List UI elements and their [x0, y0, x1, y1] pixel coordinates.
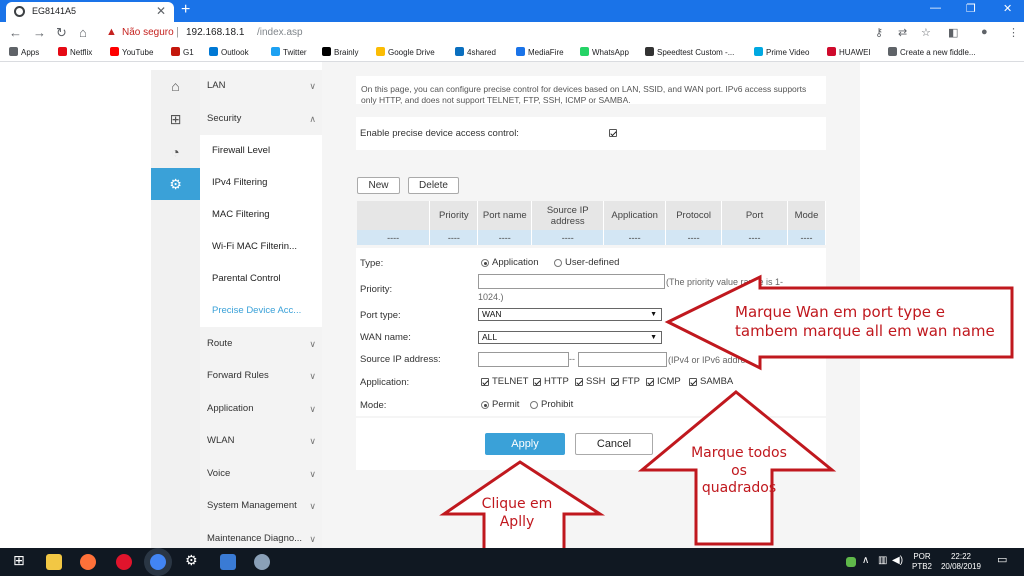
checkboxes-annotation-text: Marque todos os quadrados [676, 445, 802, 498]
keyboard-layout: PTB2 [911, 562, 932, 571]
network-icon[interactable]: ▥ [878, 556, 887, 566]
wan-annotation-text: Marque Wan em port type e tambem marque … [735, 303, 1005, 341]
annotation-line: Marque todos [691, 445, 787, 461]
windows-start-icon[interactable]: ⊞ [13, 552, 29, 568]
language-code: POR [913, 552, 931, 561]
volume-icon[interactable]: ◀) [892, 556, 903, 566]
apply-annotation-text: Clique em Aplly [470, 496, 564, 531]
annotation-line: os [731, 462, 747, 479]
input-language[interactable]: POR PTB2 [910, 552, 934, 572]
clock-date: 20/08/2019 [940, 562, 982, 571]
windows-taskbar: ⊞ ⚙ ∧ ▥ ◀) POR PTB2 22:22 20/08/2019 ▭ [0, 548, 1024, 576]
annotation-line: tambem marque all em wan name [735, 321, 995, 340]
tray-chevron-icon[interactable]: ∧ [862, 556, 869, 566]
app-tool-icon[interactable] [254, 554, 270, 570]
firefox-icon[interactable] [80, 554, 96, 570]
clock[interactable]: 22:22 20/08/2019 [936, 552, 986, 572]
clock-time: 22:22 [950, 552, 972, 561]
chrome-icon[interactable] [150, 554, 166, 570]
tray-app-icon[interactable] [846, 557, 856, 567]
annotation-line: Clique em [481, 496, 553, 512]
annotation-line: Marque Wan em port type e [735, 303, 946, 321]
file-explorer-icon[interactable] [46, 554, 62, 570]
notifications-icon[interactable]: ▭ [997, 555, 1007, 566]
opera-icon[interactable] [116, 554, 132, 570]
annotation-arrows [439, 274, 1014, 576]
annotation-line: Aplly [499, 513, 535, 530]
annotation-line: quadrados [701, 480, 777, 496]
app-window-icon[interactable] [220, 554, 236, 570]
settings-icon[interactable]: ⚙ [185, 552, 201, 568]
